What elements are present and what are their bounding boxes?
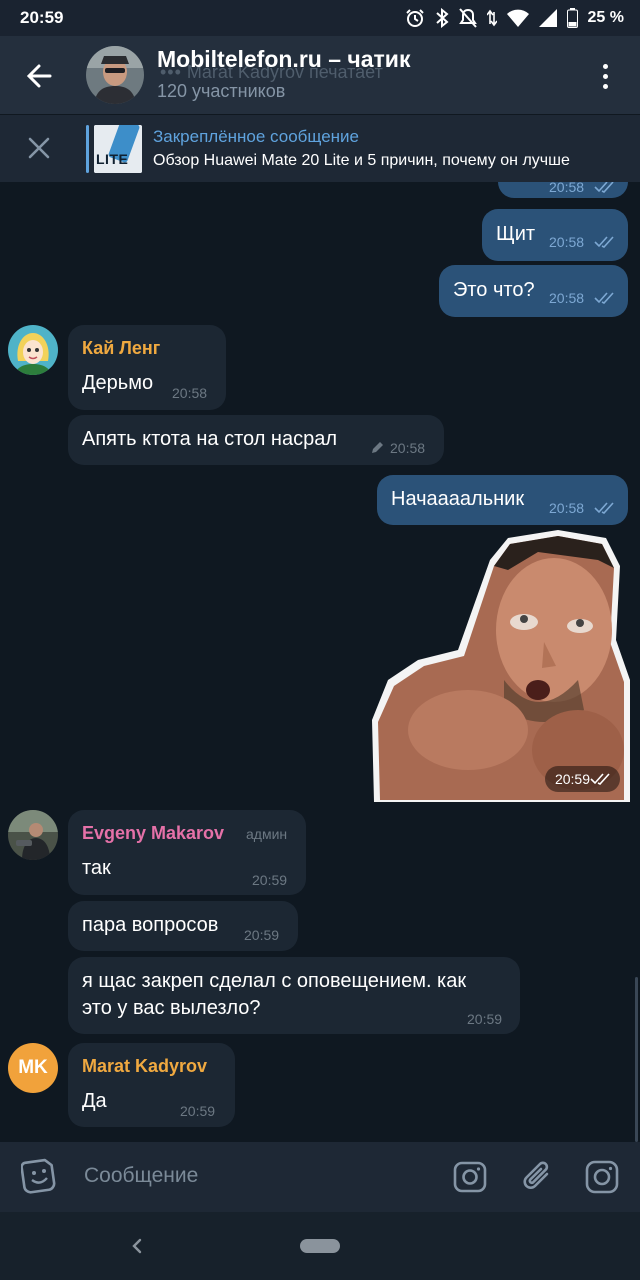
message-time: 20:59	[554, 771, 590, 787]
message-outgoing[interactable]: Су 20:58	[498, 182, 628, 198]
camera-icon[interactable]	[452, 1159, 488, 1195]
mute-icon	[458, 8, 477, 28]
message-incoming[interactable]: пара вопросов 20:59	[68, 901, 298, 951]
message-time: 20:58	[549, 234, 585, 250]
close-icon[interactable]	[26, 135, 52, 161]
message-outgoing[interactable]: Это что? 20:58	[439, 265, 628, 317]
attach-icon[interactable]	[520, 1159, 556, 1195]
group-avatar[interactable]	[86, 46, 144, 104]
read-checks-icon	[594, 182, 614, 193]
message-list[interactable]: Су 20:58 Щит 20:58 Это что? 20:58 Кай Ле…	[0, 182, 640, 1142]
battery-icon	[566, 8, 578, 28]
pinned-text: Обзор Huawei Mate 20 Lite и 5 причин, по…	[153, 152, 570, 169]
message-time: 20:59	[467, 1011, 503, 1027]
pinned-thumbnail: LITE	[94, 125, 142, 173]
members-count: 120 участников	[157, 81, 286, 101]
message-time: 20:58	[549, 500, 585, 516]
sender-name[interactable]: Evgeny Makarov	[82, 823, 224, 844]
message-time: 20:58	[549, 182, 585, 195]
message-text: Дерьмо	[82, 372, 154, 394]
edited-pencil-icon	[372, 442, 383, 453]
message-text: Да	[82, 1090, 107, 1112]
sticker-time-badge: 20:59	[544, 766, 620, 792]
chat-title[interactable]: Mobiltelefon.ru – чатик	[157, 46, 410, 73]
avatar-marat[interactable]: MK	[8, 1043, 58, 1093]
message-time: 20:58	[172, 385, 208, 401]
emoji-sticker-icon[interactable]	[20, 1157, 57, 1195]
wifi-icon	[506, 9, 529, 27]
nav-home-pill[interactable]	[300, 1239, 340, 1253]
message-text: пара вопросов	[82, 914, 219, 936]
message-text-line-2: это у вас вылезло?	[82, 997, 261, 1019]
nav-back-icon[interactable]	[128, 1236, 146, 1256]
message-input[interactable]	[84, 1156, 424, 1196]
message-time: 20:59	[180, 1103, 216, 1119]
status-time: 20:59	[20, 8, 64, 27]
status-bar: 20:59 25 %	[0, 0, 640, 36]
more-vertical-icon[interactable]	[590, 58, 620, 94]
sticker-image[interactable]: 20:59	[358, 530, 630, 802]
avatar-evgeny[interactable]	[8, 810, 58, 860]
message-text-line-1: я щас закреп сделал с оповещением. как	[82, 970, 467, 992]
message-incoming[interactable]: Кай Ленг Дерьмо 20:58	[68, 325, 226, 410]
message-outgoing[interactable]: Начаааальник 20:58	[377, 475, 628, 525]
message-text: так	[82, 857, 111, 879]
back-arrow-icon	[26, 64, 52, 88]
message-input-bar	[0, 1142, 640, 1212]
instagram-icon[interactable]	[584, 1159, 620, 1195]
message-incoming[interactable]: Marat Kadyrov Да 20:59	[68, 1043, 235, 1127]
message-time: 20:58	[390, 440, 426, 456]
sender-name[interactable]: Кай Ленг	[82, 338, 160, 359]
message-incoming[interactable]: Апять ктота на стол насрал 20:58	[68, 415, 444, 465]
message-text: Су	[512, 182, 536, 183]
message-time: 20:59	[244, 927, 280, 943]
bluetooth-icon	[435, 8, 449, 28]
avatar-kai[interactable]	[8, 325, 58, 375]
chat-header: ••• Marat Kadyrov печатает Mobiltelefon.…	[0, 36, 640, 114]
message-incoming[interactable]: я щас закреп сделал с оповещением. как э…	[68, 957, 520, 1034]
pinned-thumb-text: LITE	[96, 151, 129, 167]
message-text: Начаааальник	[391, 488, 525, 510]
pinned-message-bar[interactable]: LITE Закреплённое сообщение Обзор Huawei…	[0, 114, 640, 182]
admin-badge: админ	[246, 826, 288, 842]
sender-name[interactable]: Marat Kadyrov	[82, 1056, 207, 1077]
read-checks-icon	[590, 773, 610, 785]
alarm-icon	[405, 9, 424, 27]
back-button[interactable]	[20, 56, 60, 96]
battery-percent: 25 %	[587, 9, 624, 26]
read-checks-icon	[594, 236, 614, 248]
status-icons: 25 %	[405, 6, 624, 30]
pinned-accent-bar	[86, 125, 89, 173]
message-text: Щит	[496, 223, 536, 245]
message-incoming[interactable]: Evgeny Makarov админ так 20:59	[68, 810, 306, 895]
message-text: Это что?	[453, 279, 535, 301]
system-nav-bar	[0, 1212, 640, 1280]
data-arrows-icon	[486, 9, 497, 27]
message-time: 20:58	[549, 290, 585, 306]
scrollbar[interactable]	[635, 977, 638, 1142]
message-outgoing[interactable]: Щит 20:58	[482, 209, 628, 261]
read-checks-icon	[594, 292, 614, 304]
message-time: 20:59	[252, 872, 288, 888]
message-text: Апять ктота на стол насрал	[82, 428, 337, 450]
pinned-title: Закреплённое сообщение	[153, 127, 359, 146]
avatar-initials: MK	[18, 1057, 48, 1078]
read-checks-icon	[594, 502, 614, 514]
signal-icon	[538, 9, 557, 27]
